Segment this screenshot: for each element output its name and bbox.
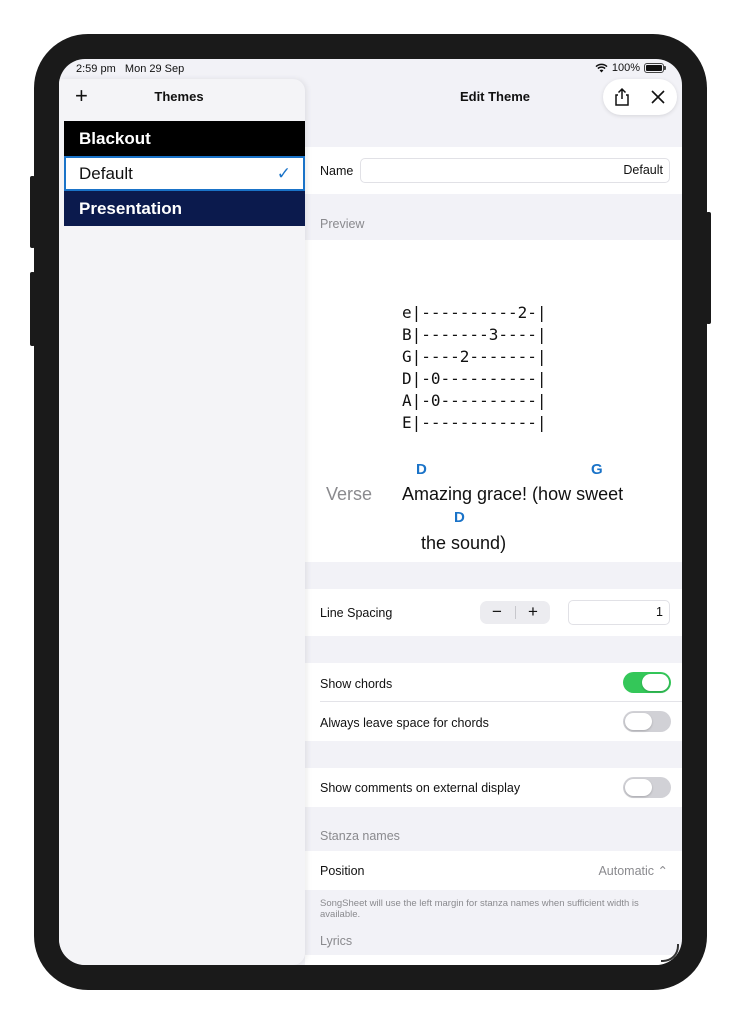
theme-label: Presentation <box>79 199 182 218</box>
comments-row: Show comments on external display <box>305 768 682 807</box>
show-comments-toggle[interactable] <box>623 777 671 798</box>
tab-line: e|----------2-| <box>402 303 547 322</box>
position-popup[interactable]: Automatic ⌃ <box>598 863 668 878</box>
screen: 2:59 pm Mon 29 Sep 100% Edit Theme Name <box>59 59 682 965</box>
tab-line: B|-------3----| <box>402 325 547 344</box>
add-theme-button[interactable]: + <box>75 85 88 107</box>
position-label: Position <box>320 864 365 878</box>
line-spacing-stepper: − + <box>480 601 550 624</box>
theme-item-presentation[interactable]: Presentation <box>64 191 305 226</box>
always-space-toggle[interactable] <box>623 711 671 732</box>
tab-line: A|-0----------| <box>402 391 547 410</box>
chords-group: Show chords Always leave space for chord… <box>305 663 682 741</box>
battery-percent: 100% <box>611 62 640 74</box>
chord-d-2: D <box>454 509 465 526</box>
wifi-icon <box>595 63 608 73</box>
stanza-footnote: SongSheet will use the left margin for s… <box>320 898 639 920</box>
theme-preview: e|----------2-| B|-------3----| G|----2-… <box>305 240 682 562</box>
edit-theme-panel: Edit Theme Name Default Preview e|------… <box>305 79 682 965</box>
sidebar-title: Themes <box>154 89 204 104</box>
theme-item-blackout[interactable]: Blackout <box>64 121 305 156</box>
nav-actions <box>603 79 677 115</box>
tab-block: e|----------2-| B|-------3----| G|----2-… <box>402 302 547 434</box>
lyrics-header: Lyrics <box>320 934 353 948</box>
show-chords-label: Show chords <box>320 677 393 691</box>
increment-button[interactable]: + <box>516 601 550 624</box>
status-time: 2:59 pm Mon 29 Sep <box>76 63 185 75</box>
share-icon[interactable] <box>611 86 633 108</box>
name-field[interactable]: Default <box>360 158 670 183</box>
name-label: Name <box>320 164 354 178</box>
preview-header: Preview <box>320 217 365 231</box>
always-space-label: Always leave space for chords <box>320 716 489 730</box>
chord-g: G <box>591 461 603 478</box>
chord-d-1: D <box>416 461 427 478</box>
theme-label: Default <box>79 164 133 183</box>
status-bar: 2:59 pm Mon 29 Sep 100% <box>59 59 682 79</box>
tab-line: E|------------| <box>402 413 547 432</box>
status-right: 100% <box>595 62 666 74</box>
page-title: Edit Theme <box>459 89 531 104</box>
theme-item-default[interactable]: Default ✓ <box>64 156 305 191</box>
theme-label: Blackout <box>79 129 151 148</box>
line-spacing-row: Line Spacing − + 1 <box>305 589 682 636</box>
show-comments-label: Show comments on external display <box>320 781 521 795</box>
checkmark-icon: ✓ <box>276 164 291 183</box>
close-icon[interactable] <box>647 86 669 108</box>
power-button <box>706 212 711 324</box>
stanza-names-header: Stanza names <box>320 829 400 843</box>
tab-line: D|-0----------| <box>402 369 547 388</box>
position-row[interactable]: Position Automatic ⌃ <box>305 851 682 890</box>
decrement-button[interactable]: − <box>480 601 514 624</box>
stanza-label: Verse <box>326 484 373 504</box>
line-spacing-field[interactable]: 1 <box>568 600 670 625</box>
lyric-line: the sound) <box>421 533 507 553</box>
name-row: Name Default <box>305 147 682 194</box>
battery-icon <box>644 63 666 73</box>
tab-line: G|----2-------| <box>402 347 547 366</box>
volume-down-button <box>30 272 35 346</box>
lyric-line: Amazing grace! (how sweet <box>402 484 624 504</box>
lyrics-group <box>305 955 682 965</box>
themes-sidebar: + Themes Blackout Default ✓ Presentation <box>59 79 305 965</box>
show-chords-toggle[interactable] <box>623 672 671 693</box>
line-spacing-label: Line Spacing <box>320 606 393 620</box>
volume-up-button <box>30 176 35 248</box>
